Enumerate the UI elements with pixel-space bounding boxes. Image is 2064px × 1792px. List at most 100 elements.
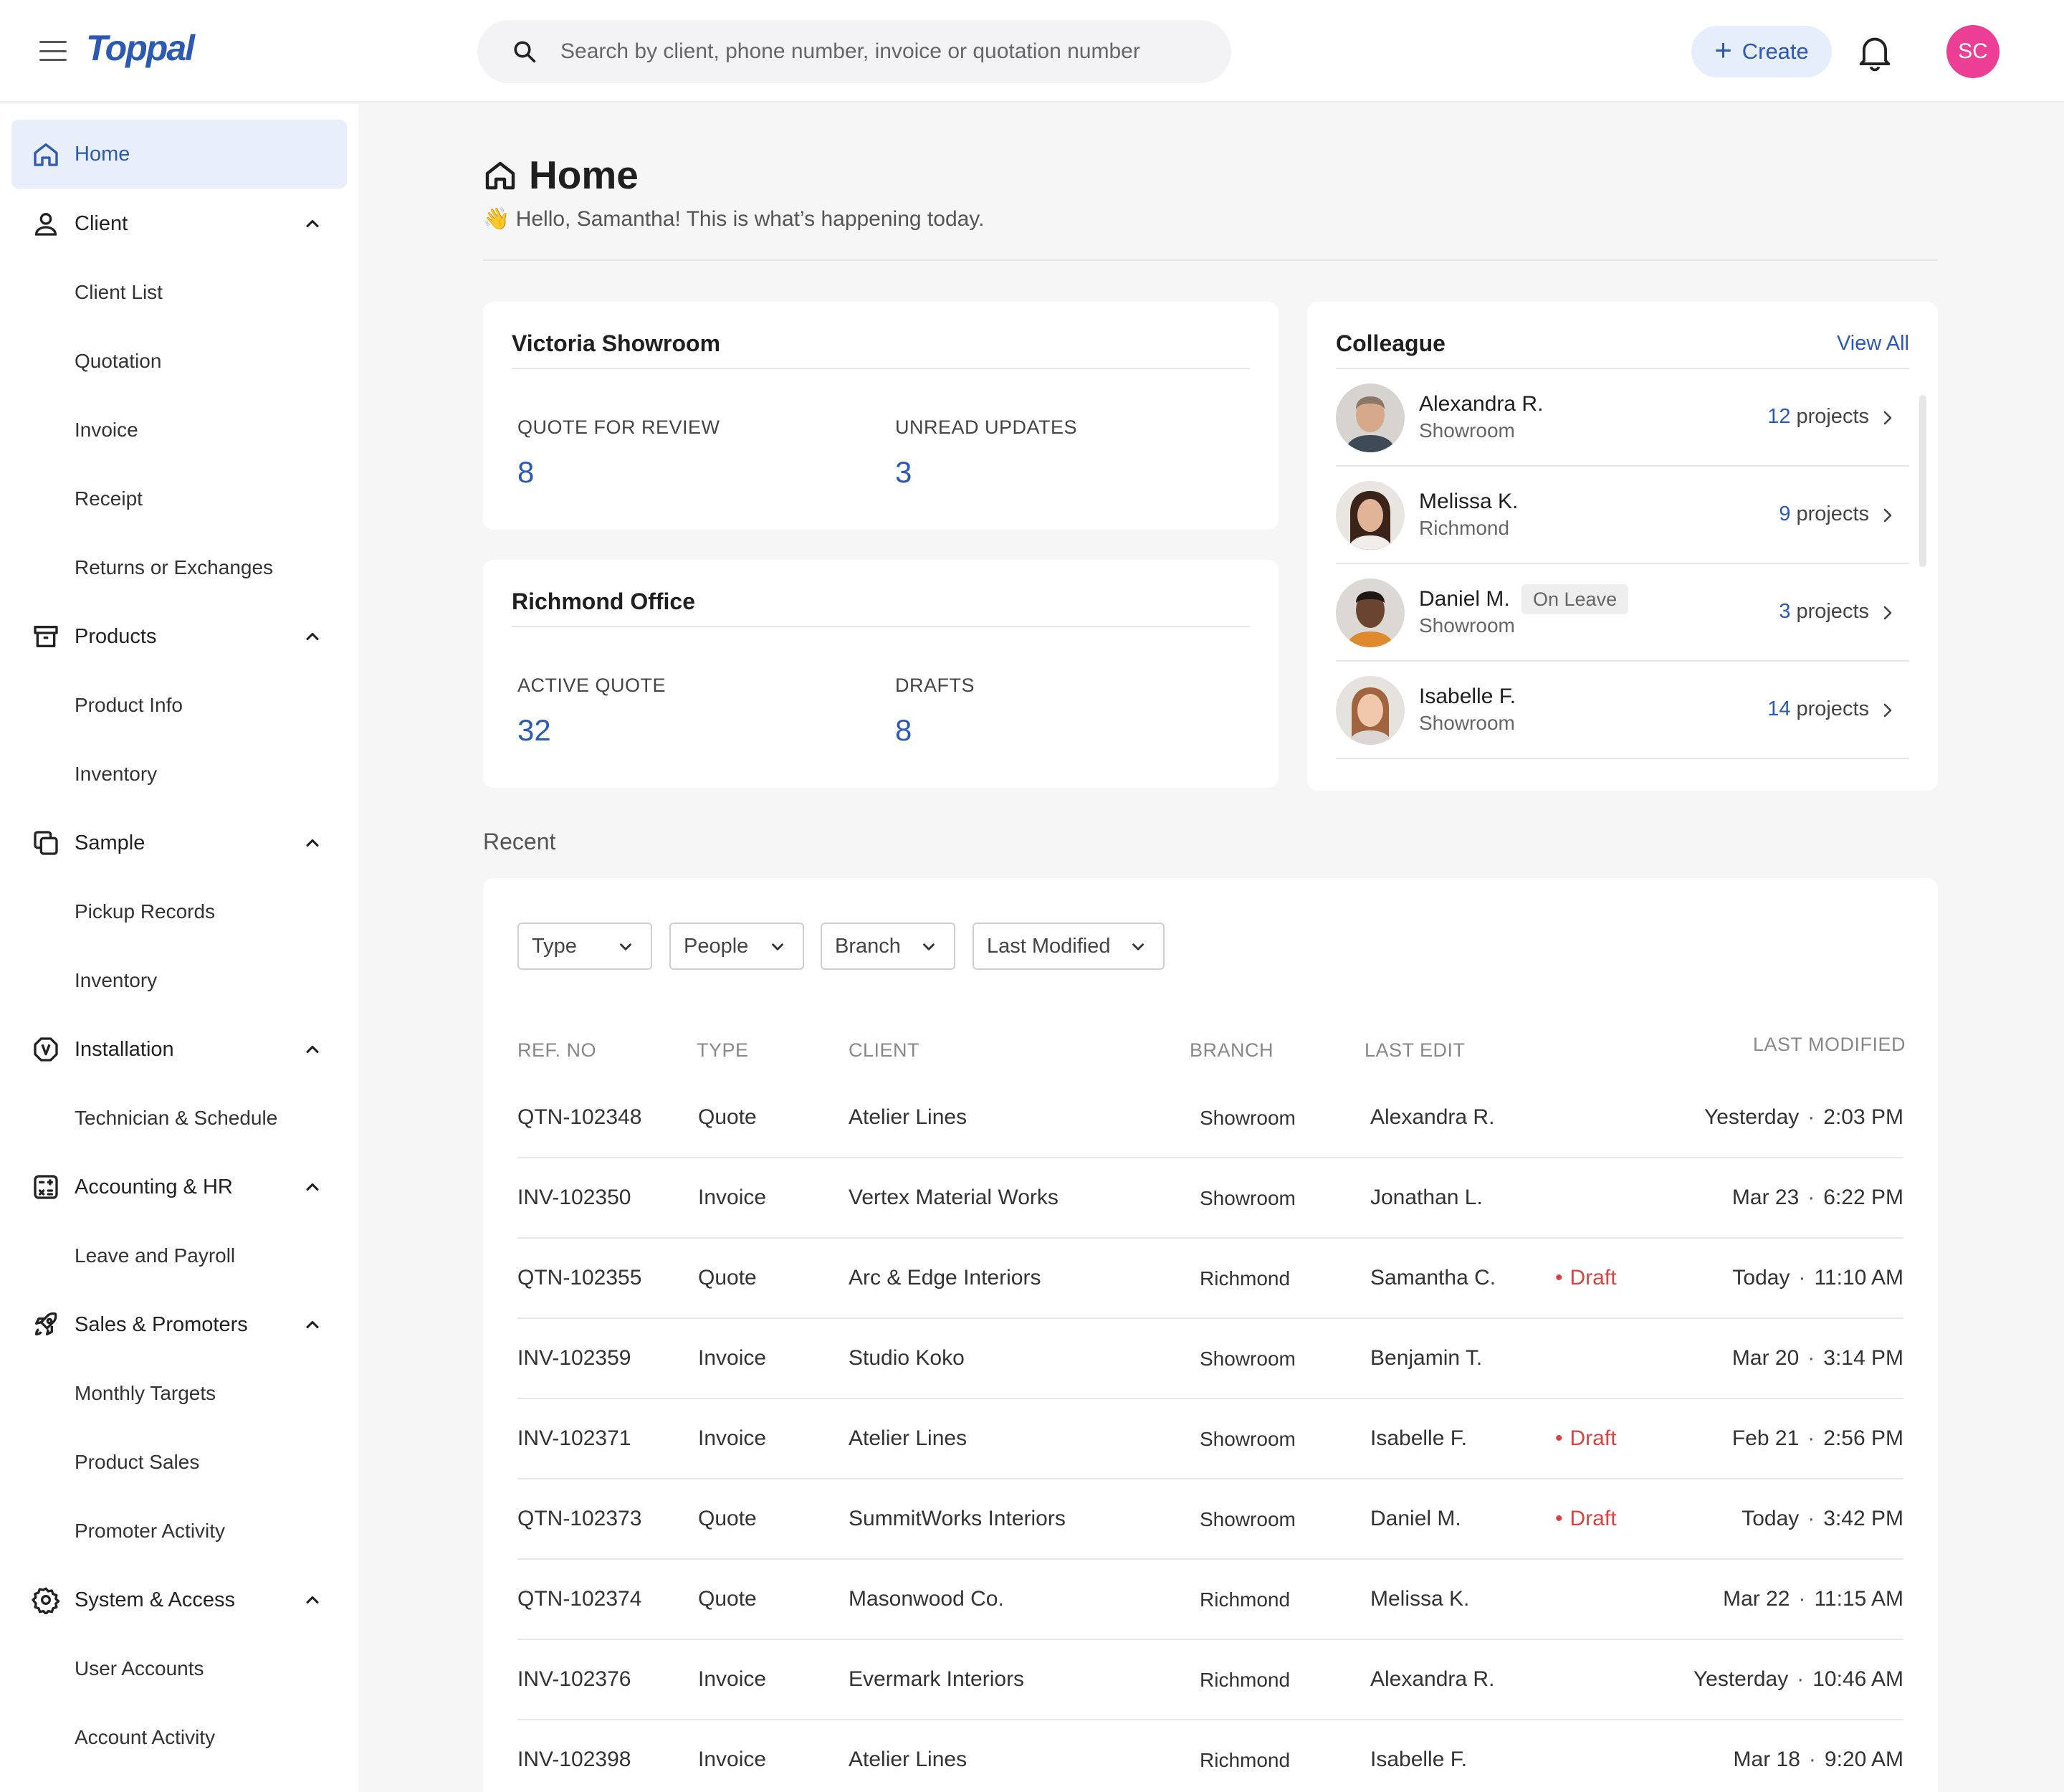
- last-modified-filter[interactable]: Last Modified: [973, 923, 1165, 970]
- people-filter[interactable]: People: [669, 923, 804, 970]
- sidebar-subitem-leave-payroll[interactable]: Leave and Payroll: [75, 1241, 235, 1270]
- colleague-row[interactable]: Daniel M. On Leave Showroom 3 projects: [1336, 564, 1909, 662]
- colleague-row[interactable]: Isabelle F. Showroom 14 projects: [1336, 662, 1909, 759]
- type-filter[interactable]: Type: [517, 923, 652, 970]
- cell-client: Evermark Interiors: [849, 1667, 1025, 1691]
- column-header-ref[interactable]: REF. NO: [517, 1039, 596, 1062]
- chevron-up-icon[interactable]: [302, 1315, 322, 1335]
- table-row[interactable]: QTN-102373 Quote SummitWorks Interiors Show…: [517, 1479, 1903, 1560]
- table-row[interactable]: INV-102359 Invoice Studio Koko Showroom Benj…: [517, 1319, 1903, 1399]
- chevron-up-icon[interactable]: [302, 626, 322, 647]
- sidebar-subitem-user-accounts[interactable]: User Accounts: [75, 1654, 204, 1683]
- cell-last-modified: Mar 23 · 6:22 PM: [1732, 1186, 1903, 1210]
- sidebar-item-accounting-hr[interactable]: Accounting & HR: [11, 1153, 347, 1221]
- sidebar-subitem-invoice[interactable]: Invoice: [75, 416, 138, 444]
- colleague-row[interactable]: Alexandra R. Showroom 12 projects: [1336, 369, 1909, 467]
- bell-icon[interactable]: [1856, 33, 1893, 73]
- sidebar-subitem-sample-inventory[interactable]: Inventory: [75, 966, 157, 995]
- sidebar-item-system-access[interactable]: System & Access: [11, 1565, 347, 1634]
- column-header-last-modified[interactable]: LAST MODIFIED: [1753, 1034, 1906, 1056]
- cell-last-modified: Today · 11:10 AM: [1732, 1266, 1903, 1290]
- search-bar[interactable]: [477, 20, 1231, 83]
- column-header-type[interactable]: TYPE: [697, 1039, 749, 1062]
- sidebar-subitem-inventory[interactable]: Inventory: [75, 760, 157, 788]
- sidebar-subitem-monthly-targets[interactable]: Monthly Targets: [75, 1379, 216, 1408]
- quote-for-review-count[interactable]: 8: [517, 455, 534, 490]
- sidebar-subitem-client-list[interactable]: Client List: [75, 278, 163, 307]
- sidebar-subitem-product-sales[interactable]: Product Sales: [75, 1448, 199, 1477]
- divider: [483, 259, 1938, 261]
- cell-branch: Richmond: [1200, 1669, 1291, 1691]
- divider: [512, 626, 1250, 627]
- unread-updates-count[interactable]: 3: [895, 455, 912, 490]
- sidebar-item-home[interactable]: Home: [11, 120, 347, 189]
- scrollbar[interactable]: [1919, 395, 1926, 567]
- sidebar-subitem-returns[interactable]: Returns or Exchanges: [75, 553, 273, 582]
- create-button[interactable]: + Create: [1691, 26, 1832, 77]
- colleague-name: Melissa K.: [1419, 490, 1519, 513]
- separator-dot: ·: [1808, 1748, 1816, 1771]
- cell-last-modified: Yesterday · 10:46 AM: [1693, 1667, 1903, 1692]
- view-all-link[interactable]: View All: [1837, 332, 1909, 356]
- table-row[interactable]: INV-102398 Invoice Atelier Lines Richmond Is…: [517, 1720, 1903, 1792]
- chevron-down-icon: [620, 943, 631, 950]
- sidebar-item-client[interactable]: Client: [11, 189, 347, 258]
- cell-editor: Jonathan L.: [1370, 1186, 1483, 1209]
- colleague-name: Daniel M.: [1419, 587, 1510, 611]
- drafts-count[interactable]: 8: [895, 713, 912, 748]
- column-header-last-edit[interactable]: LAST EDIT: [1365, 1039, 1466, 1062]
- table-row[interactable]: INV-102376 Invoice Evermark Interiors Richm…: [517, 1640, 1903, 1720]
- project-count[interactable]: 14 projects: [1767, 697, 1869, 721]
- cell-client: Atelier Lines: [849, 1105, 968, 1129]
- active-quote-count[interactable]: 32: [517, 713, 551, 748]
- avatar: [1336, 676, 1405, 745]
- project-count[interactable]: 9 projects: [1779, 502, 1869, 526]
- victoria-showroom-card: Victoria Showroom QUOTE FOR REVIEW 8 UNR…: [483, 302, 1279, 530]
- chevron-up-icon[interactable]: [302, 1039, 322, 1059]
- sidebar-subitem-receipt[interactable]: Receipt: [75, 485, 143, 513]
- sidebar-item-installation[interactable]: Installation: [11, 1015, 347, 1084]
- sidebar-subitem-quotation[interactable]: Quotation: [75, 347, 161, 376]
- table-row[interactable]: INV-102371 Invoice Atelier Lines Showroom Is…: [517, 1399, 1903, 1479]
- user-avatar[interactable]: SC: [1946, 25, 2000, 78]
- top-bar: Toppal + Create SC: [0, 0, 2064, 103]
- chevron-right-icon[interactable]: [1879, 700, 1896, 720]
- sidebar-item-sales-promoters[interactable]: Sales & Promoters: [11, 1290, 347, 1359]
- cell-ref: INV-102398: [517, 1748, 631, 1771]
- sidebar-subitem-technician-schedule[interactable]: Technician & Schedule: [75, 1104, 277, 1133]
- chevron-up-icon[interactable]: [302, 1177, 322, 1197]
- sidebar-subitem-promoter-activity[interactable]: Promoter Activity: [75, 1517, 225, 1545]
- chevron-up-icon[interactable]: [302, 833, 322, 853]
- project-count[interactable]: 12 projects: [1767, 405, 1869, 429]
- table-row[interactable]: QTN-102374 Quote Masonwood Co. Richmond Meli…: [517, 1560, 1903, 1640]
- sidebar-subitem-product-info[interactable]: Product Info: [75, 691, 183, 720]
- cell-last-modified: Mar 22 · 11:15 AM: [1723, 1587, 1903, 1611]
- sidebar-subitem-account-activity[interactable]: Account Activity: [75, 1723, 215, 1752]
- sidebar-item-products[interactable]: Products: [11, 602, 347, 671]
- sidebar-item-sample[interactable]: Sample: [11, 809, 347, 877]
- menu-icon[interactable]: [39, 41, 67, 61]
- column-header-client[interactable]: CLIENT: [849, 1039, 919, 1062]
- modified-day: Today: [1732, 1266, 1790, 1290]
- branch-filter[interactable]: Branch: [821, 923, 955, 970]
- chevron-up-icon[interactable]: [302, 214, 322, 234]
- table-row[interactable]: INV-102350 Invoice Vertex Material Works Sh…: [517, 1158, 1903, 1239]
- chevron-right-icon[interactable]: [1879, 408, 1896, 428]
- cell-editor: Melissa K.: [1370, 1587, 1470, 1611]
- sidebar-subitem-pickup-records[interactable]: Pickup Records: [75, 897, 215, 926]
- modified-time: 10:46 AM: [1812, 1667, 1903, 1691]
- chevron-right-icon[interactable]: [1879, 505, 1896, 525]
- app-logo[interactable]: Toppal: [86, 27, 195, 69]
- chevron-up-icon[interactable]: [302, 1590, 322, 1610]
- column-header-branch[interactable]: BRANCH: [1190, 1039, 1274, 1062]
- chevron-right-icon[interactable]: [1879, 603, 1896, 623]
- colleague-row[interactable]: Melissa K. Richmond 9 projects: [1336, 467, 1909, 564]
- filter-label: Last Modified: [987, 934, 1111, 958]
- draft-status: Draft: [1555, 1507, 1617, 1531]
- search-input[interactable]: [560, 20, 1205, 83]
- cell-ref: INV-102350: [517, 1186, 631, 1209]
- project-count[interactable]: 3 projects: [1779, 600, 1869, 624]
- table-row[interactable]: QTN-102348 Quote Atelier Lines Showroom Alex…: [517, 1078, 1903, 1158]
- table-row[interactable]: QTN-102355 Quote Arc & Edge Interiors Richm…: [517, 1239, 1903, 1319]
- cell-type: Invoice: [698, 1748, 767, 1771]
